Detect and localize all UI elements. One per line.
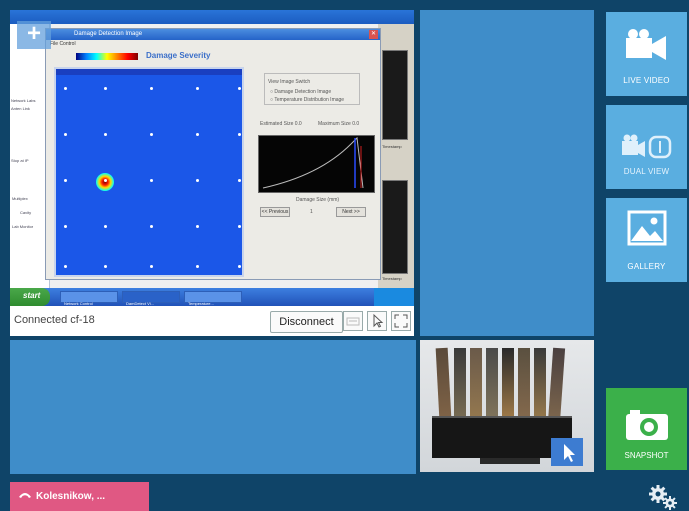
- maximum-size: Maximum Size 0.0: [318, 121, 359, 127]
- gallery-label: GALLERY: [627, 262, 666, 271]
- taskbar-task[interactable]: DamDetect Vi...: [122, 291, 180, 306]
- maximum-size-value: 0.0: [352, 121, 360, 127]
- add-button[interactable]: +: [17, 21, 51, 49]
- previous-button[interactable]: << Previous: [260, 207, 290, 217]
- sensor-point: [64, 133, 67, 136]
- sensor-point: [196, 265, 199, 268]
- sensor-point: [238, 265, 241, 268]
- sensor-point: [196, 179, 199, 182]
- estimated-size-value: 0.0: [294, 121, 302, 127]
- disconnect-button[interactable]: Disconnect: [270, 311, 343, 333]
- sensor-point: [196, 225, 199, 228]
- fullscreen-icon[interactable]: [391, 311, 411, 331]
- next-button[interactable]: Next >>: [336, 207, 366, 217]
- maximum-size-label: Maximum Size: [318, 121, 351, 127]
- pointer-icon[interactable]: [367, 311, 387, 331]
- gallery-button[interactable]: GALLERY: [606, 198, 687, 282]
- video-camera-icon: [625, 29, 666, 60]
- settings-gear-icon[interactable]: [645, 483, 681, 511]
- left-panel-line: Lab Monitor: [12, 224, 34, 229]
- close-icon[interactable]: ✕: [369, 30, 378, 39]
- left-panel-line: Stop at IP: [11, 158, 29, 163]
- sensor-point: [238, 225, 241, 228]
- sensor-point: [196, 87, 199, 90]
- remote-right-preview-1: [382, 50, 408, 140]
- sensor-point: [238, 179, 241, 182]
- sensor-point: [104, 87, 107, 90]
- page-indicator: 1: [310, 209, 313, 215]
- damage-detection-window[interactable]: Damage Detection Image ✕ File Control Da…: [45, 28, 381, 280]
- sensor-point: [150, 179, 153, 182]
- sensor-point: [64, 179, 67, 182]
- radio-option-damage[interactable]: ○ Damage Detection Image: [270, 89, 331, 95]
- system-tray: [374, 288, 414, 306]
- taskbar-task[interactable]: Network Control: [60, 291, 118, 306]
- remote-desktop-view[interactable]: Network Labs Anten Link Stop at IP Multi…: [10, 10, 414, 306]
- connection-status: Connected cf-18: [14, 314, 95, 326]
- severity-colorbar: [76, 53, 138, 60]
- sensor-point: [150, 133, 153, 136]
- radio-option-temperature[interactable]: ○ Temperature Distribution Image: [270, 97, 344, 103]
- sensor-point: [64, 87, 67, 90]
- sensor-point: [238, 133, 241, 136]
- left-panel-line: Multiplex: [12, 196, 28, 201]
- plot-curve: [262, 136, 364, 189]
- phone-icon: [18, 491, 32, 502]
- remote-control-bar: Connected cf-18 Disconnect: [10, 306, 414, 336]
- sensor-point: [104, 225, 107, 228]
- live-video-label: LIVE VIDEO: [623, 76, 670, 85]
- remote-right-preview-2: [382, 180, 408, 274]
- call-contact-name: Kolesnikow, ...: [36, 491, 106, 502]
- damage-size-plot: [258, 135, 375, 193]
- start-button[interactable]: start: [10, 288, 50, 306]
- right-panel-tag-2: Timestamp: [382, 276, 402, 281]
- heatmap-top-band: [56, 69, 242, 75]
- radio-option-temperature-label: Temperature Distribution Image: [274, 97, 345, 103]
- left-panel-line: Network Labs: [11, 98, 36, 103]
- sensor-point: [104, 133, 107, 136]
- video-canvas-bottom: [10, 340, 416, 474]
- dual-view-label: DUAL VIEW: [623, 167, 670, 176]
- estimated-size-label: Estimated Size: [260, 121, 294, 127]
- remote-window-titlebar: [10, 10, 414, 24]
- dual-view-button[interactable]: DUAL VIEW: [606, 105, 687, 189]
- left-panel-line: Cavity: [20, 210, 32, 215]
- camera-icon: [626, 410, 668, 440]
- gallery-icon: [627, 210, 666, 246]
- damage-heatmap: [54, 67, 244, 277]
- radio-option-damage-label: Damage Detection Image: [274, 89, 332, 95]
- snapshot-label: SNAPSHOT: [624, 451, 669, 460]
- right-panel-tag: Timestamp: [382, 144, 402, 149]
- sensor-point: [64, 225, 67, 228]
- live-video-button[interactable]: LIVE VIDEO: [606, 12, 687, 96]
- remote-taskbar: start Network Control DamDetect Vi... Te…: [10, 288, 414, 306]
- video-canvas-top-right: [420, 10, 594, 336]
- damage-size-axis-label: Damage Size (mm): [296, 197, 340, 203]
- taskbar-task[interactable]: Temperature...: [184, 291, 242, 306]
- chart-title: Damage Severity: [146, 51, 211, 60]
- inner-window-title: Damage Detection Image: [46, 29, 380, 40]
- sensor-point: [104, 265, 107, 268]
- active-call-badge[interactable]: Kolesnikow, ...: [10, 482, 149, 511]
- sensor-point: [150, 87, 153, 90]
- estimated-size: Estimated Size 0.0: [260, 121, 302, 127]
- inner-window-menu[interactable]: File Control: [50, 41, 76, 47]
- sensor-point: [64, 265, 67, 268]
- sensor-point: [238, 87, 241, 90]
- keyboard-icon[interactable]: [343, 311, 363, 331]
- snapshot-button[interactable]: SNAPSHOT: [606, 388, 687, 470]
- sensor-point: [150, 265, 153, 268]
- pointer-icon[interactable]: [551, 438, 583, 466]
- dual-view-icon: [621, 134, 671, 159]
- sensor-point: [196, 133, 199, 136]
- left-panel-line: Anten Link: [11, 106, 30, 111]
- sensor-point: [104, 179, 107, 182]
- rack-stand: [480, 458, 540, 464]
- damage-hotspot: [96, 173, 114, 191]
- remote-left-panel: Network Labs Anten Link Stop at IP Multi…: [10, 24, 50, 288]
- sensor-point: [150, 225, 153, 228]
- right-divider: [596, 10, 602, 474]
